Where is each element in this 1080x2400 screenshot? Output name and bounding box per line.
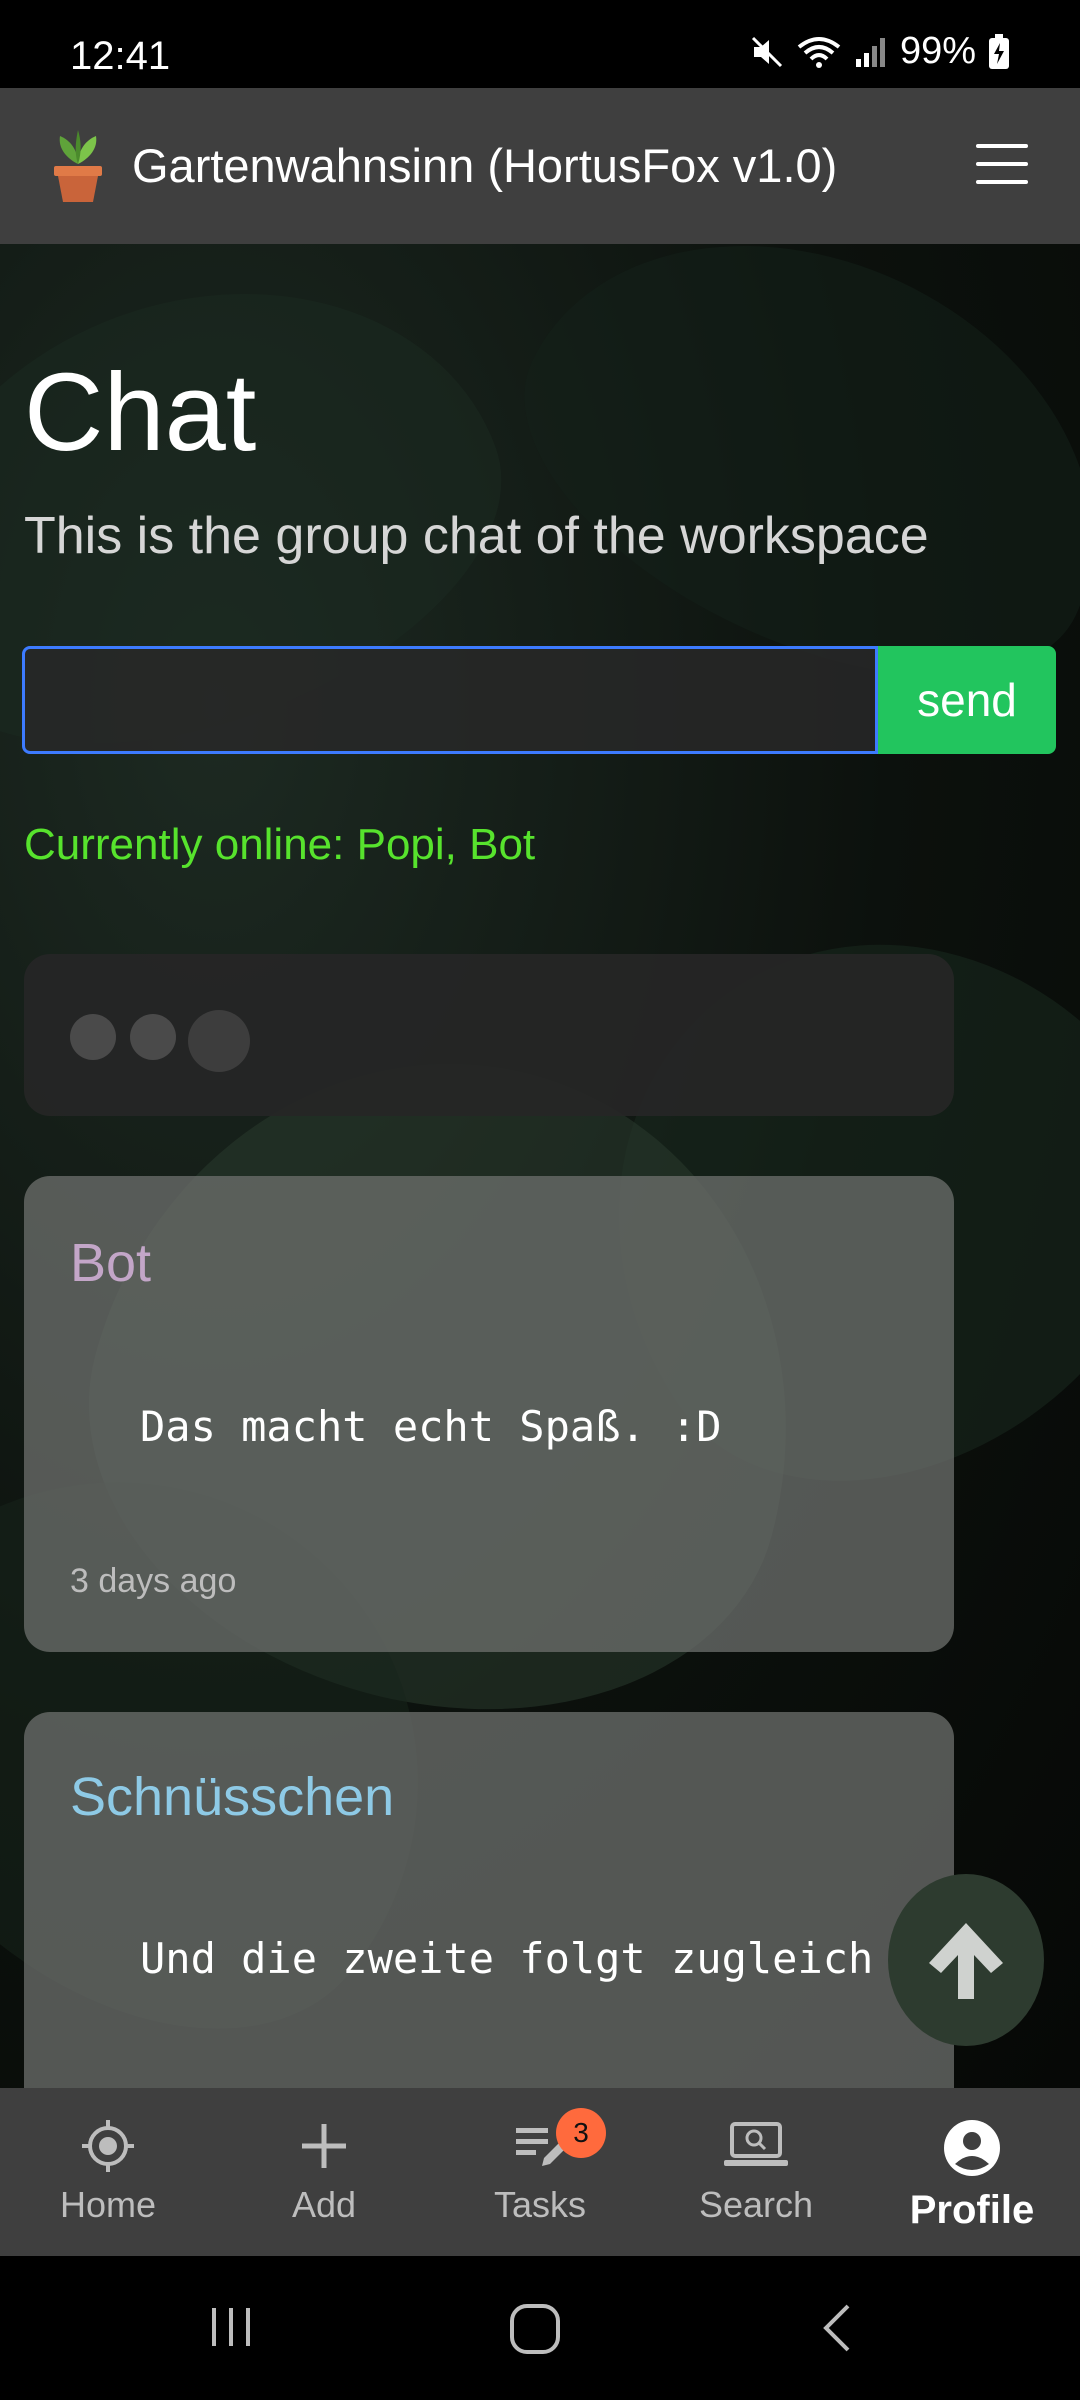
chat-page: Chat This is the group chat of the works… [0,244,1080,2088]
recent-apps-icon[interactable] [206,2302,256,2352]
typing-dot [70,1014,116,1060]
mute-icon [751,36,782,67]
chat-message: Schnüsschen Und die zweite folgt zugleic… [24,1712,954,2088]
arrow-up-icon [929,1923,1003,1999]
app-header: Gartenwahnsinn (HortusFox v1.0) [0,88,1080,244]
typing-indicator [24,954,954,1116]
nav-label: Add [291,2184,357,2225]
nav-home[interactable]: Home [0,2088,216,2256]
nav-profile[interactable]: Profile [864,2088,1080,2256]
nav-label: Tasks [493,2184,587,2225]
chat-message: Bot Das macht echt Spaß. :D 3 days ago [24,1176,954,1652]
nav-label: Profile [909,2188,1035,2232]
battery-percent: 99% [899,30,976,72]
online-users: Currently online: Popi, Bot [24,820,536,869]
message-author: Schnüsschen [70,1767,395,1827]
crosshair-icon [82,2120,134,2172]
hamburger-menu-button[interactable] [976,144,1028,184]
message-input[interactable] [22,646,878,754]
menu-bar [976,144,1028,148]
menu-bar [976,162,1028,166]
nav-label: Home [59,2184,157,2225]
wifi-icon [797,36,841,68]
status-time: 12:41 [70,34,171,78]
app-title: Gartenwahnsinn (HortusFox v1.0) [132,139,838,192]
plus-icon [302,2124,346,2168]
message-author: Bot [70,1233,152,1293]
typing-dot [130,1014,176,1060]
send-button[interactable]: send [878,646,1056,754]
status-bar: 12:41 99% [0,0,1080,88]
signal-icon [855,37,885,67]
scroll-to-top-button[interactable] [888,1874,1044,2046]
nav-add[interactable]: Add [216,2088,432,2256]
nav-tasks[interactable]: Tasks 3 [432,2088,648,2256]
nav-search[interactable]: Search [648,2088,864,2256]
system-navigation-bar [0,2256,1080,2400]
page-subtitle: This is the group chat of the workspace [24,507,929,565]
nav-label: Search [698,2184,814,2225]
user-circle-icon [944,2120,1000,2176]
tasks-badge: 3 [556,2108,606,2158]
message-text: Und die zweite folgt zugleich [140,1934,874,1983]
plant-pot-icon [54,130,102,202]
laptop-search-icon [724,2122,788,2166]
page-title: Chat [24,351,257,474]
battery-charging-icon [989,33,1009,69]
menu-bar [976,180,1028,184]
home-button-icon[interactable] [508,2302,562,2356]
typing-dot [188,1010,250,1072]
message-time: 3 days ago [70,1562,237,1600]
status-icons: 99% [750,30,1010,73]
message-text: Das macht echt Spaß. :D [140,1402,722,1451]
bottom-navigation: Home Add Tasks 3 Search Profile [0,2088,1080,2256]
back-icon[interactable] [812,2300,862,2356]
